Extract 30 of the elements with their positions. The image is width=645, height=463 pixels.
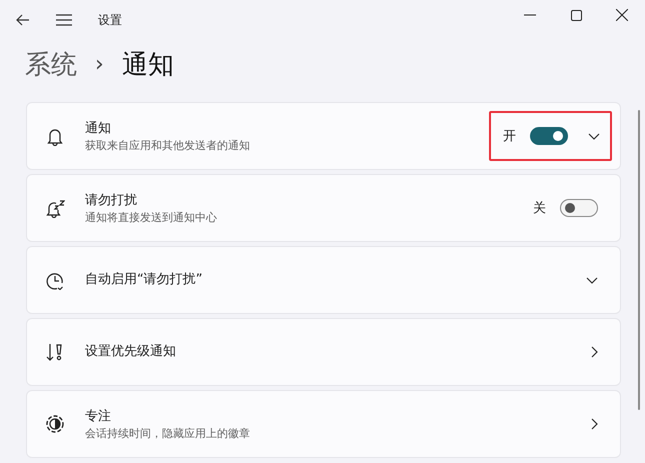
setting-card[interactable]: 设置优先级通知 — [26, 318, 621, 386]
breadcrumb-link[interactable]: 系统 — [25, 46, 77, 82]
setting-description: 通知将直接发送到通知中心 — [85, 210, 218, 224]
setting-title: 自动启用“请勿打扰” — [85, 271, 204, 289]
focus-icon — [45, 414, 65, 434]
setting-description: 获取来自应用和其他发送者的通知 — [85, 138, 251, 152]
window-title: 设置 — [98, 12, 122, 28]
scrollbar[interactable] — [638, 110, 640, 410]
toggle-state-label: 开 — [503, 128, 516, 145]
chevron-right-icon[interactable] — [591, 346, 598, 358]
setting-card[interactable]: 通知 获取来自应用和其他发送者的通知 开 — [26, 102, 621, 170]
setting-title: 设置优先级通知 — [85, 343, 177, 361]
sleeping-bell-icon — [45, 198, 65, 218]
page-title: 通知 — [122, 48, 174, 82]
toggle-state-label: 关 — [533, 200, 546, 217]
setting-title: 请勿打扰 — [85, 192, 138, 210]
menu-icon[interactable] — [56, 14, 72, 26]
chevron-right-icon[interactable] — [591, 418, 598, 430]
setting-description: 会话持续时间，隐藏应用上的徽章 — [85, 426, 251, 440]
toggle-switch[interactable] — [530, 127, 568, 145]
back-icon[interactable] — [16, 14, 30, 26]
setting-card[interactable]: 自动启用“请勿打扰” — [26, 246, 621, 314]
toggle-switch[interactable] — [560, 199, 598, 217]
breadcrumb-separator: › — [95, 52, 104, 76]
chevron-down-icon[interactable] — [586, 276, 598, 284]
setting-card[interactable]: 请勿打扰 通知将直接发送到通知中心 关 — [26, 174, 621, 242]
setting-title: 专注 — [85, 408, 112, 426]
setting-card[interactable]: 专注 会话持续时间，隐藏应用上的徽章 — [26, 390, 621, 458]
setting-title: 通知 — [85, 120, 112, 138]
chevron-down-icon[interactable] — [588, 132, 600, 140]
